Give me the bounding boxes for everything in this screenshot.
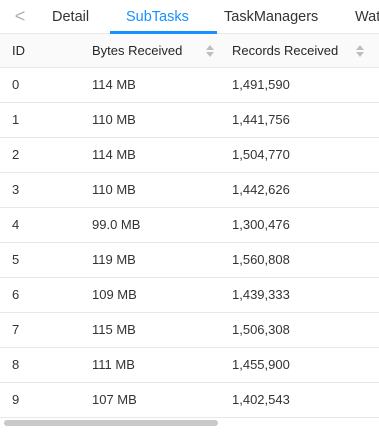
cell-records-received: 1,491,590 (232, 77, 290, 92)
table-row: 1 110 MB 1,441,756 (0, 103, 379, 138)
cell-id: 3 (12, 182, 20, 197)
cell-id: 6 (12, 287, 20, 302)
sort-icon[interactable] (206, 44, 216, 58)
tab-taskmanagers[interactable]: TaskManagers (224, 0, 318, 34)
cell-bytes-received: 109 MB (92, 287, 137, 302)
cell-records-received: 1,402,543 (232, 392, 290, 407)
cell-records-received: 1,504,770 (232, 147, 290, 162)
tab-bar: < Detail SubTasks TaskManagers Wat (0, 0, 379, 34)
cell-id: 0 (12, 77, 20, 92)
scrollbar-thumb[interactable] (4, 420, 218, 426)
cell-bytes-received: 119 MB (92, 252, 136, 267)
table-row: 0 114 MB 1,491,590 (0, 68, 379, 103)
cell-records-received: 1,439,333 (232, 287, 290, 302)
cell-bytes-received: 110 MB (92, 182, 136, 197)
cell-bytes-received: 114 MB (92, 77, 136, 92)
cell-records-received: 1,441,756 (232, 112, 290, 127)
chevron-left-icon[interactable]: < (12, 6, 28, 26)
cell-records-received: 1,455,900 (232, 357, 290, 372)
cell-id: 1 (12, 112, 20, 127)
column-header-records-received[interactable]: Records Received (232, 34, 338, 68)
cell-id: 2 (12, 147, 20, 162)
cell-id: 4 (12, 217, 20, 232)
tab-watermarks[interactable]: Wat (355, 0, 379, 34)
cell-bytes-received: 99.0 MB (92, 217, 141, 232)
cell-records-received: 1,560,808 (232, 252, 290, 267)
sort-ascending-icon[interactable] (356, 45, 364, 50)
cell-bytes-received: 107 MB (92, 392, 137, 407)
cell-bytes-received: 115 MB (92, 322, 136, 337)
table-row: 6 109 MB 1,439,333 (0, 278, 379, 313)
horizontal-scrollbar[interactable] (0, 419, 379, 427)
table-row: 9 107 MB 1,402,543 (0, 383, 379, 418)
column-header-id: ID (12, 43, 25, 58)
table-row: 4 99.0 MB 1,300,476 (0, 208, 379, 243)
table-row: 7 115 MB 1,506,308 (0, 313, 379, 348)
cell-records-received: 1,442,626 (232, 182, 290, 197)
sort-descending-icon[interactable] (206, 52, 214, 57)
table-row: 2 114 MB 1,504,770 (0, 138, 379, 173)
tab-detail[interactable]: Detail (52, 0, 89, 34)
table-row: 5 119 MB 1,560,808 (0, 243, 379, 278)
table-row: 3 110 MB 1,442,626 (0, 173, 379, 208)
tab-subtasks[interactable]: SubTasks (126, 0, 189, 34)
sort-icon[interactable] (356, 44, 366, 58)
sort-ascending-icon[interactable] (206, 45, 214, 50)
table-header: ID Bytes Received Records Received (0, 34, 379, 68)
table-row: 8 111 MB 1,455,900 (0, 348, 379, 383)
cell-bytes-received: 110 MB (92, 112, 136, 127)
cell-records-received: 1,300,476 (232, 217, 290, 232)
cell-records-received: 1,506,308 (232, 322, 290, 337)
cell-id: 5 (12, 252, 20, 267)
column-header-bytes-received[interactable]: Bytes Received (92, 34, 182, 68)
cell-id: 8 (12, 357, 20, 372)
cell-id: 9 (12, 392, 20, 407)
cell-bytes-received: 111 MB (92, 357, 135, 372)
cell-bytes-received: 114 MB (92, 147, 136, 162)
cell-id: 7 (12, 322, 20, 337)
sort-descending-icon[interactable] (356, 52, 364, 57)
